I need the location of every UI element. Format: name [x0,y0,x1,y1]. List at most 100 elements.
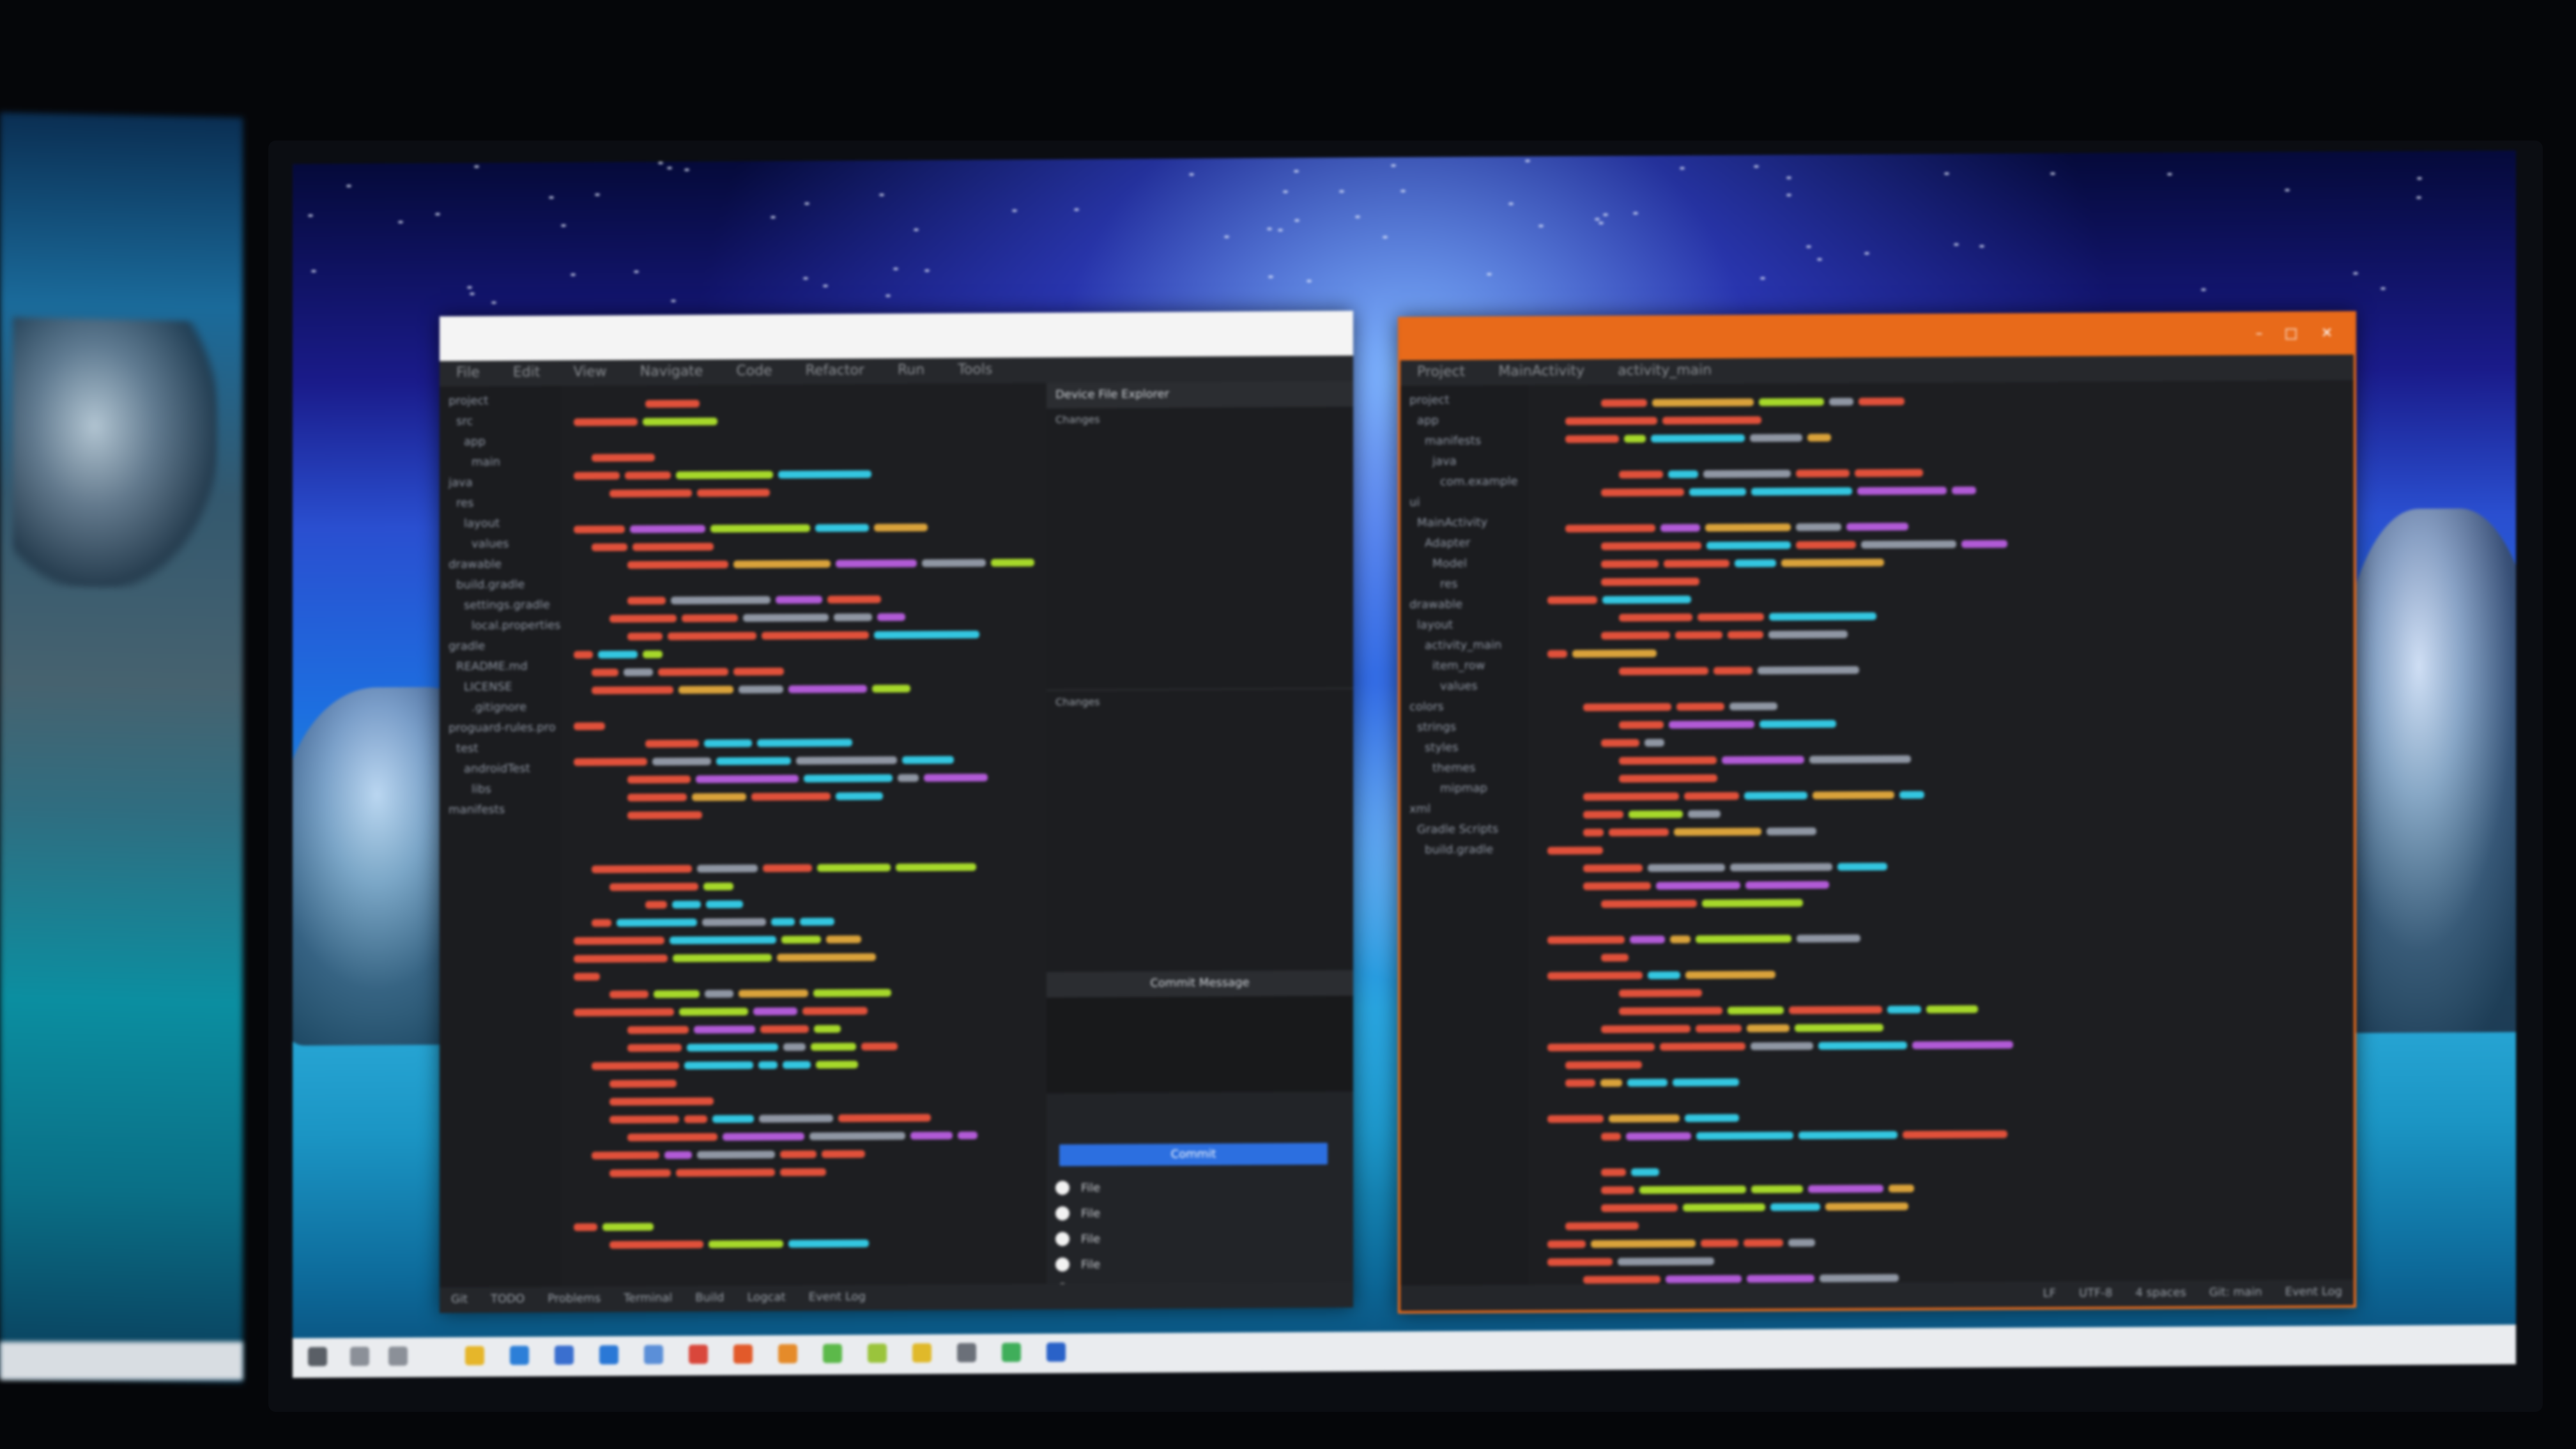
tree-item[interactable]: res [1400,577,1528,595]
changed-file-row[interactable]: File [1046,1224,1353,1252]
terminal-icon[interactable] [1046,1342,1066,1362]
tree-item[interactable]: project [1400,393,1528,411]
app-icon[interactable] [912,1343,931,1363]
ide-window-right[interactable]: – □ ✕ Project MainActivity activity_main p… [1398,310,2356,1314]
tree-item[interactable]: mipmap [1400,781,1528,800]
commit-message-area[interactable] [1046,995,1353,1094]
tree-item[interactable]: drawable [440,557,561,576]
tree-item[interactable]: local.properties [440,618,561,637]
maximize-icon[interactable]: □ [2280,325,2303,343]
edge-icon[interactable] [510,1346,529,1365]
tree-item[interactable]: Gradle Scripts [1400,822,1528,841]
status-item[interactable]: Problems [548,1292,601,1306]
changed-file-row[interactable]: File [1046,1173,1353,1200]
tree-item[interactable]: gradle [440,639,561,657]
close-icon[interactable]: ✕ [2315,325,2338,343]
status-item[interactable]: Terminal [624,1291,672,1305]
editor-tab[interactable]: MainActivity [1498,363,1584,379]
tree-item[interactable]: build.gradle [440,578,561,596]
tree-item[interactable]: themes [1400,761,1528,779]
store-icon[interactable] [555,1345,574,1365]
start-icon[interactable] [308,1347,327,1367]
tree-item[interactable]: java [1400,454,1528,473]
mail-icon[interactable] [599,1345,618,1365]
tree-item[interactable]: res [440,496,561,514]
status-item[interactable]: LF [2043,1287,2056,1300]
menu-item[interactable]: Tools [958,362,992,378]
tree-item[interactable]: ui [1400,495,1528,514]
tree-item[interactable]: app [440,434,561,453]
office-icon[interactable] [733,1344,753,1364]
status-item[interactable]: Git [451,1292,468,1306]
tree-item[interactable]: settings.gradle [440,598,561,617]
status-item[interactable]: Event Log [809,1290,866,1304]
tree-item[interactable]: manifests [440,802,561,821]
status-item[interactable]: Event Log [2285,1285,2342,1299]
app-icon[interactable] [957,1343,976,1363]
search-icon[interactable] [350,1346,369,1367]
tree-item[interactable]: manifests [1400,434,1528,452]
tree-item[interactable]: item_row [1400,659,1528,677]
changed-file-row[interactable]: File [1046,1199,1353,1226]
code-editor[interactable] [1528,379,2354,1285]
app-icon[interactable] [1002,1342,1021,1362]
menu-item[interactable]: Edit [513,364,540,380]
code-editor[interactable] [561,383,1046,1287]
tree-item[interactable]: Adapter [1400,536,1528,555]
tree-item[interactable]: values [440,537,561,555]
project-tree[interactable]: project app manifests java com.example ui Main… [1400,385,1528,1286]
tree-item[interactable]: src [440,414,561,433]
tree-item[interactable]: main [440,455,561,473]
tree-item[interactable]: strings [1400,720,1528,739]
tree-item[interactable]: drawable [1400,597,1528,616]
status-item[interactable]: UTF-8 [2079,1286,2112,1300]
tree-item[interactable]: androidTest [440,762,561,780]
project-tree[interactable]: project src app main java res layout values draw… [440,386,561,1288]
tree-item[interactable]: LICENSE [440,680,561,698]
tree-item[interactable]: colors [1400,700,1528,718]
status-item[interactable]: TODO [491,1292,525,1305]
tree-item[interactable]: MainActivity [1400,516,1528,534]
menu-item[interactable]: View [573,364,606,380]
task-view-icon[interactable] [388,1346,408,1366]
tree-item[interactable]: Model [1400,556,1528,575]
tree-item[interactable]: styles [1400,740,1528,759]
tree-item[interactable]: test [440,741,561,760]
app-icon[interactable] [868,1343,887,1363]
tree-item[interactable]: java [440,475,561,494]
menu-item[interactable]: Run [898,362,924,378]
tree-item[interactable]: xml [1400,802,1528,820]
photos-icon[interactable] [644,1345,663,1365]
title-bar[interactable]: – □ ✕ [1400,313,2354,361]
menu-item[interactable]: Navigate [640,364,703,380]
folder-icon[interactable] [465,1346,484,1365]
minimize-icon[interactable]: – [2248,326,2271,344]
tree-item[interactable]: .gitignore [440,700,561,719]
editor-tab[interactable]: Project [1417,364,1465,379]
tree-item[interactable]: README.md [440,659,561,678]
changed-file-row[interactable]: File [1046,1250,1353,1277]
chrome-icon[interactable] [689,1344,708,1364]
tree-item[interactable]: app [1400,413,1528,432]
status-item[interactable]: Git: main [2209,1285,2262,1300]
ide-window-left[interactable]: File Edit View Navigate Code Refactor Run Tools… [440,310,1353,1314]
tree-item[interactable]: build.gradle [1400,843,1528,861]
commit-button[interactable]: Commit [1059,1142,1328,1167]
tree-item[interactable]: libs [440,782,561,801]
title-bar[interactable] [440,310,1353,362]
status-item[interactable]: Logcat [747,1291,785,1304]
status-item[interactable]: Build [695,1291,724,1305]
menu-item[interactable]: File [456,365,480,381]
tree-item[interactable]: com.example [1400,475,1528,493]
android-studio-icon[interactable] [823,1344,842,1363]
tree-item[interactable]: project [440,394,561,412]
tree-item[interactable]: activity_main [1400,638,1528,657]
app-icon[interactable] [778,1344,797,1363]
menu-item[interactable]: Refactor [806,362,864,379]
editor-tab[interactable]: activity_main [1618,362,1712,379]
menu-item[interactable]: Code [736,363,772,379]
tree-item[interactable]: layout [1400,618,1528,636]
status-item[interactable]: 4 spaces [2135,1286,2186,1300]
tree-item[interactable]: layout [440,516,561,535]
tree-item[interactable]: proguard-rules.pro [440,721,561,739]
